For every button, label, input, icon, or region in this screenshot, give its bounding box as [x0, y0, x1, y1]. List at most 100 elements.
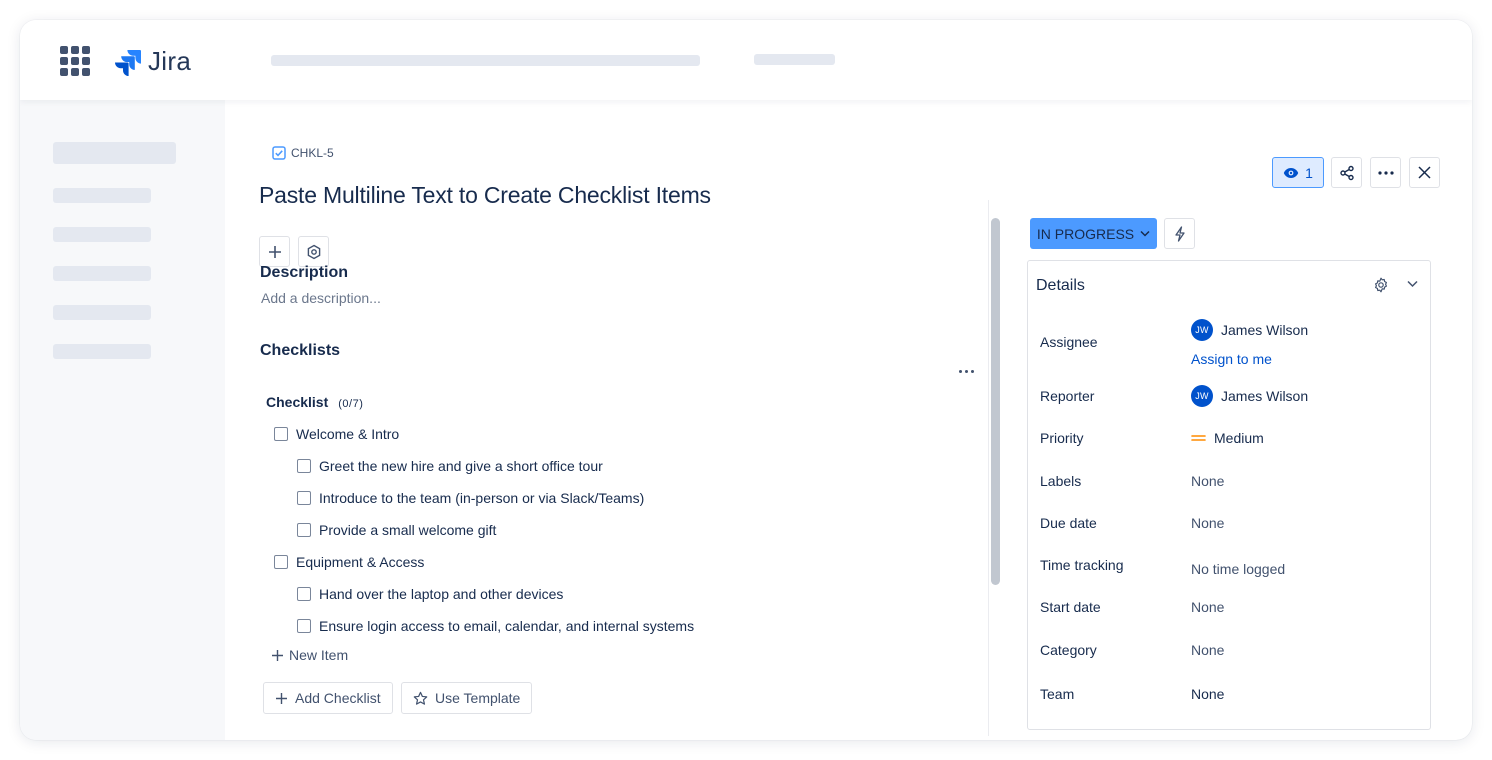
checkbox-checked-icon: [272, 146, 286, 160]
scrollbar-thumb[interactable]: [991, 218, 1000, 585]
item-label[interactable]: Hand over the laptop and other devices: [319, 586, 563, 602]
star-icon: [413, 691, 428, 705]
jira-logo-icon: [115, 49, 141, 76]
sidebar-placeholder: [53, 142, 176, 164]
share-button[interactable]: [1331, 157, 1362, 188]
start-date-value[interactable]: None: [1191, 599, 1224, 615]
plus-icon: [268, 245, 281, 258]
checklist-item[interactable]: Welcome & Intro: [274, 426, 399, 442]
chevron-down-icon[interactable]: [1407, 280, 1418, 288]
jira-logo[interactable]: Jira: [114, 46, 191, 77]
eye-icon: [1283, 167, 1299, 178]
chevron-down-icon: [1140, 230, 1150, 237]
avatar: JW: [1191, 319, 1213, 341]
column-divider: [988, 200, 989, 736]
checklists-more-button[interactable]: [955, 360, 977, 382]
checklist-progress: (0/7): [338, 398, 364, 410]
sidebar-placeholder: [53, 344, 151, 359]
hexagon-gear-icon: [307, 244, 320, 259]
category-label: Category: [1040, 642, 1097, 658]
due-date-value[interactable]: None: [1191, 515, 1224, 531]
item-checkbox[interactable]: [274, 555, 288, 569]
item-checkbox[interactable]: [297, 619, 311, 633]
automation-button[interactable]: [1164, 218, 1195, 249]
team-value[interactable]: None: [1191, 686, 1224, 702]
plus-icon: [276, 692, 287, 704]
item-checkbox[interactable]: [274, 427, 288, 441]
checklist-name[interactable]: Checklist: [266, 394, 328, 410]
status-dropdown[interactable]: IN PROGRESS: [1030, 218, 1157, 249]
issue-title[interactable]: Paste Multiline Text to Create Checklist…: [259, 182, 711, 209]
logo-wordmark: Jira: [148, 46, 192, 76]
reporter-name: James Wilson: [1221, 388, 1309, 404]
due-date-label: Due date: [1040, 515, 1097, 531]
more-actions-button[interactable]: [1370, 157, 1401, 188]
details-panel: Details Assignee JW James Wilson Assign …: [1027, 260, 1431, 730]
add-checklist-button[interactable]: Add Checklist: [263, 682, 393, 714]
use-template-label: Use Template: [435, 690, 521, 706]
item-label[interactable]: Greet the new hire and give a short offi…: [319, 458, 603, 474]
checklist-item[interactable]: Introduce to the team (in-person or via …: [297, 490, 644, 506]
issue-key-link[interactable]: CHKL-5: [272, 146, 334, 160]
checklist-item[interactable]: Ensure login access to email, calendar, …: [297, 618, 694, 634]
close-button[interactable]: [1409, 157, 1440, 188]
issue-view: CHKL-5 Paste Multiline Text to Create Ch…: [225, 100, 1472, 740]
details-heading[interactable]: Details: [1036, 277, 1085, 295]
reporter-value[interactable]: JW James Wilson: [1191, 385, 1308, 407]
item-checkbox[interactable]: [297, 491, 311, 505]
new-item-label: New Item: [289, 647, 349, 663]
sidebar-placeholder: [53, 266, 151, 281]
lightning-icon: [1174, 225, 1185, 242]
close-icon: [1418, 166, 1431, 179]
gear-icon[interactable]: [1373, 277, 1389, 293]
placeholder-bar: [271, 55, 700, 66]
team-label: Team: [1040, 686, 1075, 702]
category-value[interactable]: None: [1191, 642, 1224, 658]
placeholder-bar: [754, 54, 835, 65]
reporter-label: Reporter: [1040, 388, 1095, 404]
new-item-button[interactable]: New Item: [271, 647, 348, 663]
app-switcher-grid-icon[interactable]: [60, 46, 90, 76]
app-window: Jira CHKL-5 Paste Multiline Text to Crea…: [20, 20, 1472, 740]
sidebar-placeholder: [53, 188, 151, 203]
item-checkbox[interactable]: [297, 587, 311, 601]
description-field[interactable]: Add a description...: [261, 290, 381, 306]
top-navigation: Jira: [20, 20, 1472, 100]
priority-medium-icon: [1191, 435, 1206, 441]
watch-count: 1: [1305, 164, 1313, 181]
priority-value[interactable]: Medium: [1191, 430, 1264, 446]
assignee-value[interactable]: JW James Wilson: [1191, 319, 1308, 341]
checklist-item[interactable]: Equipment & Access: [274, 554, 424, 570]
share-icon: [1339, 165, 1354, 180]
avatar: JW: [1191, 385, 1213, 407]
item-label[interactable]: Ensure login access to email, calendar, …: [319, 618, 694, 634]
checklist-item[interactable]: Hand over the laptop and other devices: [297, 586, 563, 602]
item-checkbox[interactable]: [297, 459, 311, 473]
checklists-heading: Checklists: [260, 342, 341, 359]
time-tracking-value[interactable]: No time logged: [1191, 561, 1285, 577]
checklist-header: Checklist (0/7): [266, 394, 363, 410]
apps-settings-button[interactable]: [298, 236, 329, 267]
use-template-button[interactable]: Use Template: [401, 682, 533, 714]
priority-text: Medium: [1214, 430, 1264, 446]
assignee-label: Assignee: [1040, 334, 1098, 350]
item-label[interactable]: Provide a small welcome gift: [319, 522, 496, 538]
status-label: IN PROGRESS: [1036, 225, 1135, 242]
item-label[interactable]: Welcome & Intro: [296, 426, 399, 442]
labels-value[interactable]: None: [1191, 473, 1224, 489]
item-label[interactable]: Equipment & Access: [296, 554, 424, 570]
plus-icon: [272, 649, 283, 661]
add-button[interactable]: [259, 236, 290, 267]
item-checkbox[interactable]: [297, 523, 311, 537]
sidebar: [20, 100, 225, 740]
checklist-item[interactable]: Greet the new hire and give a short offi…: [297, 458, 603, 474]
watch-button[interactable]: 1: [1272, 157, 1324, 188]
time-tracking-label: Time tracking: [1040, 557, 1124, 573]
assign-to-me-link[interactable]: Assign to me: [1191, 351, 1272, 367]
issue-key: CHKL-5: [291, 146, 334, 160]
add-checklist-label: Add Checklist: [295, 690, 381, 706]
labels-label: Labels: [1040, 473, 1082, 489]
checklist-item[interactable]: Provide a small welcome gift: [297, 522, 496, 538]
item-label[interactable]: Introduce to the team (in-person or via …: [319, 490, 644, 506]
start-date-label: Start date: [1040, 599, 1101, 615]
